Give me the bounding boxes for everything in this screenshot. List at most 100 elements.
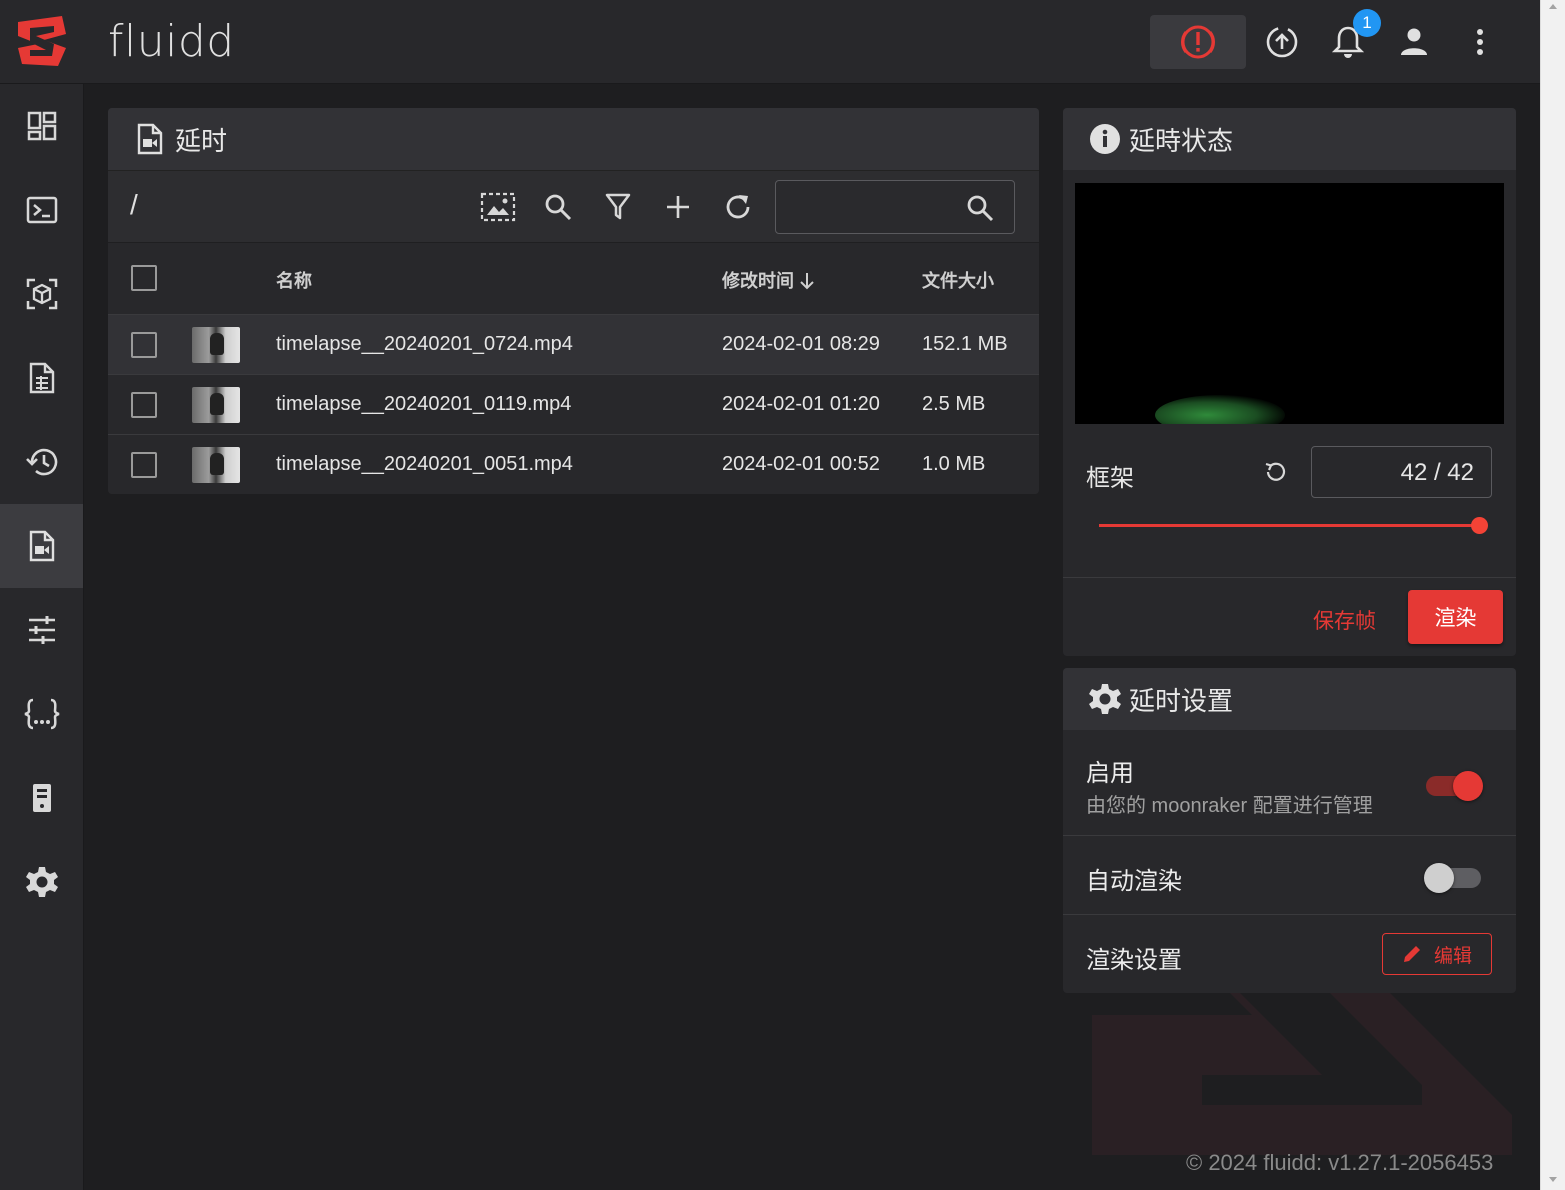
files-card-header: 延时 — [108, 108, 1039, 170]
file-thumbnail — [192, 327, 240, 363]
select-all-checkbox[interactable] — [131, 265, 157, 291]
save-frame-button[interactable]: 保存帧 — [1313, 605, 1376, 635]
scroll-down-icon[interactable] — [1549, 1177, 1557, 1182]
thumbnail-toggle-button[interactable] — [480, 189, 516, 225]
table-row[interactable]: timelapse__20240201_0119.mp4 2024-02-01 … — [108, 374, 1039, 434]
upload-button[interactable] — [1262, 22, 1302, 62]
refresh-button[interactable] — [720, 189, 756, 225]
search-icon — [967, 195, 994, 222]
image-area-icon — [480, 192, 516, 222]
nav-timelapse[interactable] — [0, 504, 83, 588]
current-path: / — [130, 189, 138, 220]
add-button[interactable] — [660, 189, 696, 225]
nav-console[interactable] — [0, 168, 83, 252]
edit-label: 编辑 — [1433, 945, 1472, 967]
file-modified: 2024-02-01 08:29 — [722, 333, 880, 355]
file-modified: 2024-02-01 00:52 — [722, 453, 880, 475]
emergency-stop-button[interactable] — [1150, 15, 1246, 69]
column-size[interactable]: 文件大小 — [922, 267, 994, 293]
history-icon — [25, 448, 57, 476]
reset-icon — [1265, 462, 1286, 481]
nav-3d-view[interactable] — [0, 252, 83, 336]
upload-icon — [1266, 26, 1298, 58]
settings-icon — [25, 867, 58, 897]
user-button[interactable] — [1394, 22, 1434, 62]
file-name: timelapse__20240201_0051.mp4 — [276, 453, 573, 475]
info-icon — [1090, 124, 1120, 154]
app-bar: fluidd 1 — [0, 0, 1540, 84]
user-icon — [1401, 28, 1427, 55]
render-button[interactable]: 渲染 — [1408, 590, 1503, 644]
row-checkbox[interactable] — [131, 392, 157, 418]
frame-label: 框架 — [1086, 465, 1134, 492]
search-icon — [545, 194, 572, 221]
row-checkbox[interactable] — [131, 332, 157, 358]
autorender-label: 自动渲染 — [1086, 868, 1182, 895]
timelapse-icon — [29, 530, 54, 562]
nav-dashboard[interactable] — [0, 84, 83, 168]
column-name[interactable]: 名称 — [276, 267, 312, 293]
file-size: 152.1 MB — [922, 333, 1008, 355]
nav-sidebar — [0, 84, 84, 1190]
nav-config[interactable] — [0, 672, 83, 756]
file-thumbnail — [192, 387, 240, 423]
tune-icon — [28, 616, 55, 644]
search-toggle-button[interactable] — [540, 189, 576, 225]
more-menu-button[interactable] — [1460, 22, 1500, 62]
timelapse-settings-card: 延时设置 启用 由您的 moonraker 配置进行管理 自动渲染 渲染设置 编… — [1063, 668, 1516, 993]
gear-icon — [1089, 684, 1121, 714]
row-checkbox[interactable] — [131, 452, 157, 478]
file-thumbnail — [192, 447, 240, 483]
render-settings-label: 渲染设置 — [1086, 947, 1182, 974]
column-modified[interactable]: 修改时间 — [722, 267, 815, 293]
timelapse-status-card: 延時状态 框架 42 / 42 保存帧 渲染 — [1063, 108, 1516, 656]
scroll-up-icon[interactable] — [1549, 4, 1557, 9]
config-icon — [24, 698, 59, 730]
dashboard-icon — [27, 111, 56, 141]
filter-button[interactable] — [600, 189, 636, 225]
table-row[interactable]: timelapse__20240201_0051.mp4 2024-02-01 … — [108, 434, 1039, 494]
nav-jobs[interactable] — [0, 336, 83, 420]
file-name: timelapse__20240201_0119.mp4 — [276, 393, 572, 415]
file-search-input[interactable] — [775, 180, 1015, 234]
arrow-down-icon — [800, 273, 814, 290]
system-icon — [32, 784, 51, 812]
pencil-icon — [1403, 946, 1420, 962]
timelapse-files-card: 延时 / 名称 修改时间 文件大小 timelapse__20240201_07… — [108, 108, 1039, 494]
emergency-stop-icon — [1181, 25, 1215, 59]
files-toolbar: / — [108, 170, 1039, 242]
enabled-label: 启用 — [1086, 760, 1134, 787]
frame-slider-track[interactable] — [1099, 524, 1480, 527]
frame-reset-button[interactable] — [1263, 460, 1287, 489]
jobs-icon — [29, 362, 54, 394]
console-icon — [26, 196, 57, 224]
app-title: fluidd — [108, 16, 235, 67]
nav-tune[interactable] — [0, 588, 83, 672]
nav-settings[interactable] — [0, 840, 83, 924]
file-size: 1.0 MB — [922, 453, 986, 475]
file-size: 2.5 MB — [922, 393, 986, 415]
divider — [1063, 835, 1516, 836]
file-name: timelapse__20240201_0724.mp4 — [276, 333, 573, 355]
page-scrollbar[interactable] — [1540, 0, 1565, 1190]
nav-history[interactable] — [0, 420, 83, 504]
3d-view-icon — [26, 278, 57, 310]
fluidd-logo-icon[interactable] — [14, 14, 70, 70]
column-modified-label: 修改时间 — [722, 271, 794, 291]
frame-preview-image — [1075, 183, 1504, 424]
frame-input[interactable]: 42 / 42 — [1311, 446, 1492, 498]
divider — [1063, 577, 1516, 578]
file-modified: 2024-02-01 01:20 — [722, 393, 880, 415]
notification-badge: 1 — [1353, 9, 1381, 37]
filter-icon — [605, 193, 631, 220]
enabled-sublabel: 由您的 moonraker 配置进行管理 — [1086, 795, 1373, 817]
files-card-title: 延时 — [175, 125, 228, 156]
divider — [1063, 914, 1516, 915]
dots-vertical-icon — [1477, 29, 1483, 55]
table-row[interactable]: timelapse__20240201_0724.mp4 2024-02-01 … — [108, 314, 1039, 374]
refresh-icon — [726, 195, 750, 219]
nav-system[interactable] — [0, 756, 83, 840]
edit-render-settings-button[interactable]: 编辑 — [1382, 933, 1492, 975]
settings-card-header: 延时设置 — [1063, 668, 1516, 730]
frame-slider-thumb[interactable] — [1471, 517, 1488, 534]
